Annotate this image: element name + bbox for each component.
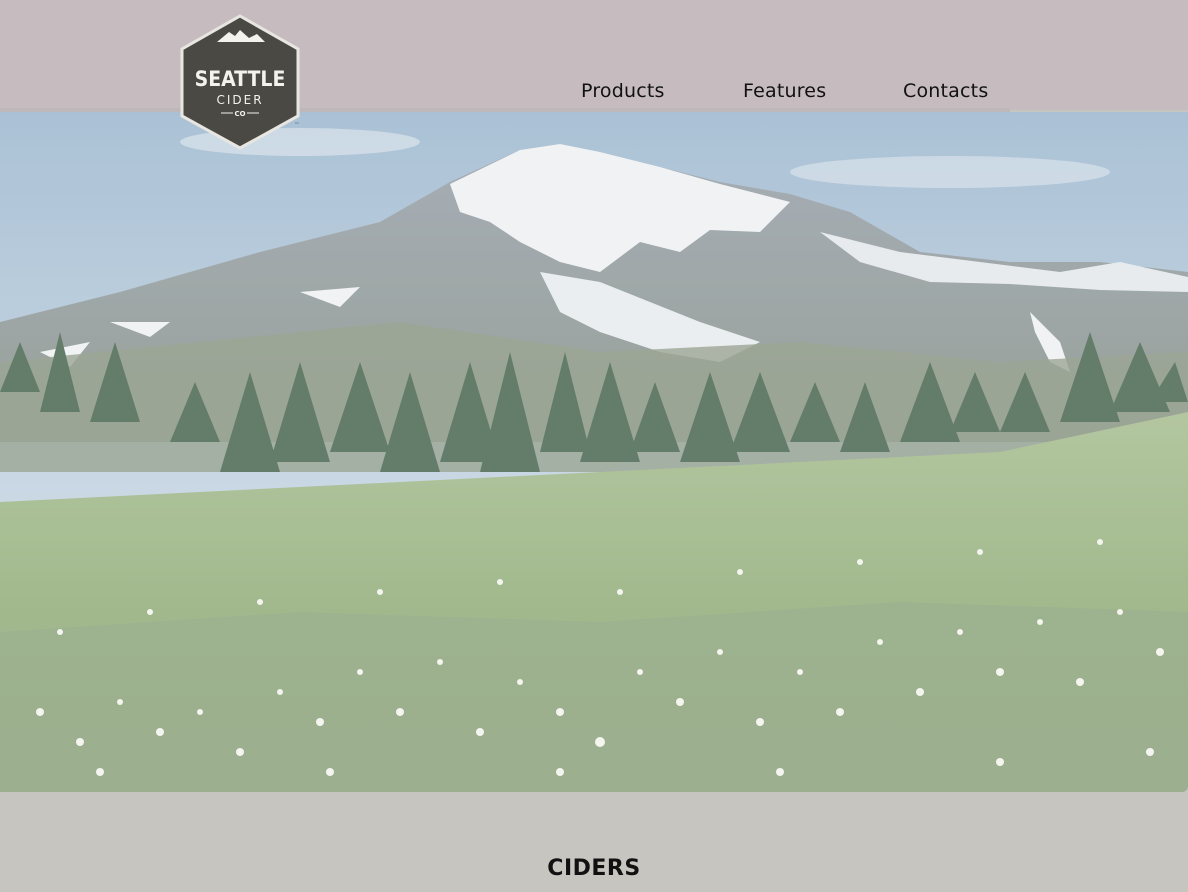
logo-badge-icon: SEATTLE CIDER CO ™ <box>180 14 300 150</box>
logo-trademark: ™ <box>295 122 300 128</box>
logo-text-cider: CIDER <box>216 93 263 107</box>
main-nav: Products Features Contacts <box>560 80 1010 110</box>
mountain-meadow-image <box>0 112 1188 792</box>
seattle-cider-logo[interactable]: SEATTLE CIDER CO ™ <box>177 14 303 150</box>
nav-features-link[interactable]: Features <box>743 80 826 102</box>
logo-text-co: CO <box>234 110 245 118</box>
ciders-section-title: CIDERS <box>547 856 641 881</box>
logo-text-seattle: SEATTLE <box>195 67 286 91</box>
nav-products-link[interactable]: Products <box>581 80 665 102</box>
hero-image <box>0 112 1188 792</box>
nav-contacts-link[interactable]: Contacts <box>903 80 988 102</box>
